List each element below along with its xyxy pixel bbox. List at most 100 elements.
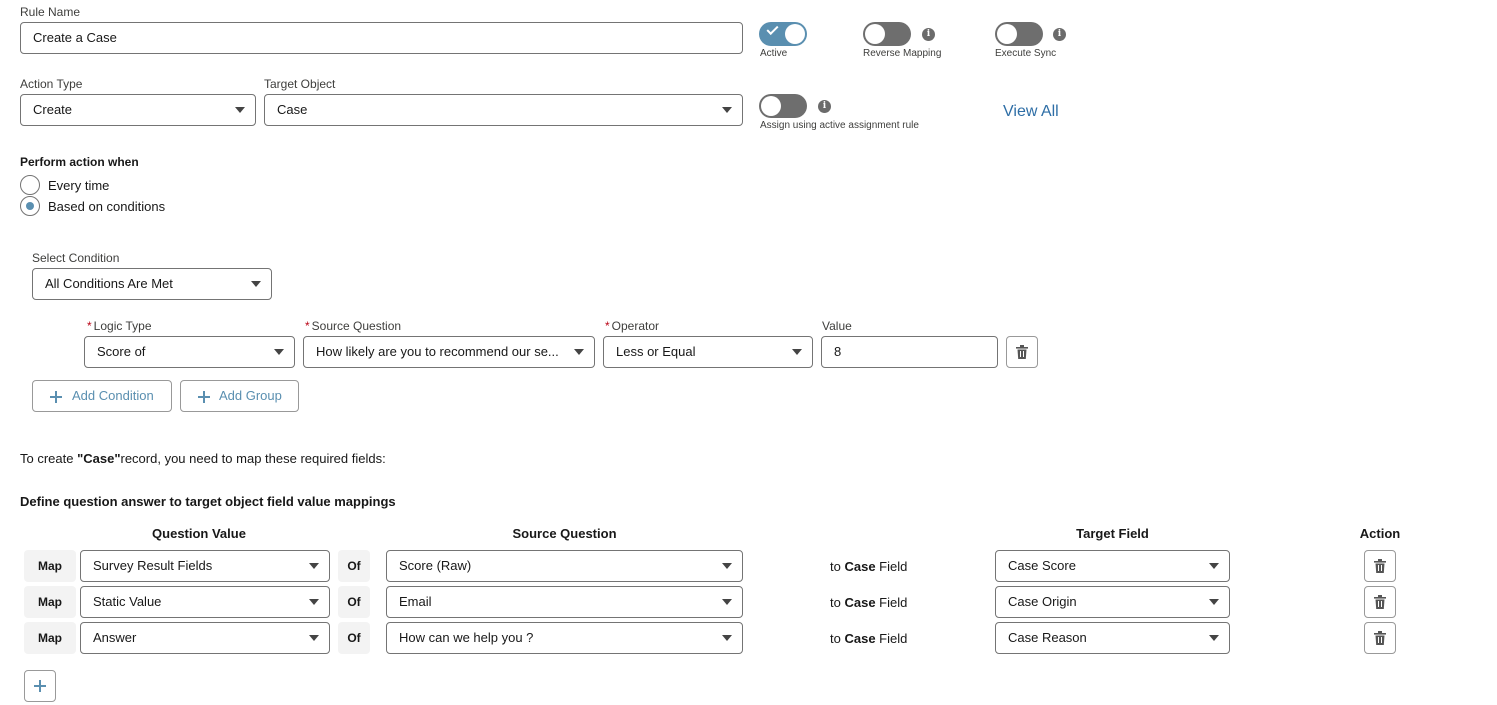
plus-icon (34, 680, 46, 692)
target-field-select[interactable]: Case Origin (995, 586, 1230, 618)
chevron-down-icon (309, 563, 319, 569)
source-question-select[interactable]: Email (386, 586, 743, 618)
chevron-down-icon (792, 349, 802, 355)
source-question-select[interactable]: How can we help you ? (386, 622, 743, 654)
source-question-select[interactable]: How likely are you to recommend our se..… (303, 336, 595, 368)
rule-name-input[interactable]: Create a Case (20, 22, 743, 54)
chevron-down-icon (235, 107, 245, 113)
value-input[interactable]: 8 (821, 336, 998, 368)
action-type-value: Create (33, 102, 73, 117)
to-object-field-text: to Case Field (830, 559, 908, 574)
toggle-knob (785, 24, 805, 44)
target-object-value: Case (277, 102, 308, 117)
target-object-select[interactable]: Case (264, 94, 743, 126)
chevron-down-icon (309, 599, 319, 605)
assign-rule-toggle[interactable] (759, 94, 807, 118)
column-source-question: Source Question (512, 526, 617, 541)
column-action: Action (1359, 526, 1401, 541)
delete-mapping-button[interactable] (1364, 622, 1396, 654)
logic-type-select[interactable]: Score of (84, 336, 295, 368)
add-group-button[interactable]: Add Group (180, 380, 299, 412)
source-question-label: * Source Question (305, 319, 402, 333)
based-on-conditions-label: Based on conditions (48, 199, 166, 214)
question-value-value: Answer (93, 630, 137, 645)
add-group-label: Add Group (219, 388, 282, 403)
action-type-select[interactable]: Create (20, 94, 256, 126)
operator-value: Less or Equal (616, 344, 696, 359)
view-all-link[interactable]: View All (1003, 103, 1059, 121)
source-question-value: How can we help you ? (399, 630, 534, 645)
to-object-field-text: to Case Field (830, 595, 908, 610)
value-label: Value (822, 319, 852, 333)
perform-action-label: Perform action when (20, 155, 139, 169)
chevron-down-icon (1209, 635, 1219, 641)
reverse-mapping-label: Reverse Mapping (863, 48, 942, 59)
target-field-select[interactable]: Case Score (995, 550, 1230, 582)
chevron-down-icon (722, 563, 732, 569)
target-object-label: Target Object (264, 77, 336, 91)
select-condition-value: All Conditions Are Met (45, 276, 173, 291)
rule-name-label: Rule Name (20, 5, 81, 19)
radio-every-time[interactable] (20, 175, 40, 195)
question-value-select[interactable]: Static Value (80, 586, 330, 618)
trash-icon (1374, 559, 1386, 573)
plus-icon (198, 391, 210, 403)
of-label: Of (338, 550, 370, 582)
chevron-down-icon (274, 349, 284, 355)
chevron-down-icon (722, 599, 732, 605)
question-value-select[interactable]: Survey Result Fields (80, 550, 330, 582)
chevron-down-icon (722, 635, 732, 641)
every-time-label: Every time (48, 178, 110, 193)
toggle-knob (761, 96, 781, 116)
map-label: Map (24, 622, 76, 654)
column-question-value: Question Value (152, 526, 246, 541)
operator-select[interactable]: Less or Equal (603, 336, 813, 368)
logic-type-label: * Logic Type (87, 319, 152, 333)
target-field-select[interactable]: Case Reason (995, 622, 1230, 654)
source-question-value: How likely are you to recommend our se..… (316, 344, 559, 359)
chevron-down-icon (251, 281, 261, 287)
chevron-down-icon (722, 107, 732, 113)
add-mapping-button[interactable] (24, 670, 56, 702)
toggle-knob (997, 24, 1017, 44)
info-icon[interactable]: i (1053, 28, 1066, 41)
logic-type-value: Score of (97, 344, 146, 359)
plus-icon (50, 391, 62, 403)
question-value-value: Static Value (93, 594, 162, 609)
reverse-mapping-toggle[interactable] (863, 22, 911, 46)
chevron-down-icon (1209, 563, 1219, 569)
mapping-section-title: Define question answer to target object … (20, 494, 396, 509)
select-condition-label: Select Condition (32, 251, 120, 265)
target-field-value: Case Origin (1008, 594, 1077, 609)
chevron-down-icon (1209, 599, 1219, 605)
trash-icon (1374, 595, 1386, 609)
action-type-label: Action Type (20, 77, 83, 91)
trash-icon (1374, 631, 1386, 645)
add-condition-label: Add Condition (72, 388, 154, 403)
active-toggle[interactable] (759, 22, 807, 46)
radio-based-on-conditions[interactable] (20, 196, 40, 216)
map-label: Map (24, 586, 76, 618)
check-icon (766, 22, 779, 36)
map-label: Map (24, 550, 76, 582)
delete-condition-button[interactable] (1006, 336, 1038, 368)
info-icon[interactable]: i (922, 28, 935, 41)
assign-rule-label: Assign using active assignment rule (760, 120, 919, 131)
question-value-value: Survey Result Fields (93, 558, 213, 573)
delete-mapping-button[interactable] (1364, 586, 1396, 618)
chevron-down-icon (309, 635, 319, 641)
target-field-value: Case Reason (1008, 630, 1087, 645)
source-question-select[interactable]: Score (Raw) (386, 550, 743, 582)
question-value-select[interactable]: Answer (80, 622, 330, 654)
chevron-down-icon (574, 349, 584, 355)
operator-label: * Operator (605, 319, 660, 333)
add-condition-button[interactable]: Add Condition (32, 380, 172, 412)
active-toggle-label: Active (760, 48, 788, 59)
of-label: Of (338, 586, 370, 618)
column-target-field: Target Field (1076, 526, 1149, 541)
delete-mapping-button[interactable] (1364, 550, 1396, 582)
info-icon[interactable]: i (818, 100, 831, 113)
of-label: Of (338, 622, 370, 654)
select-condition-select[interactable]: All Conditions Are Met (32, 268, 272, 300)
execute-sync-toggle[interactable] (995, 22, 1043, 46)
